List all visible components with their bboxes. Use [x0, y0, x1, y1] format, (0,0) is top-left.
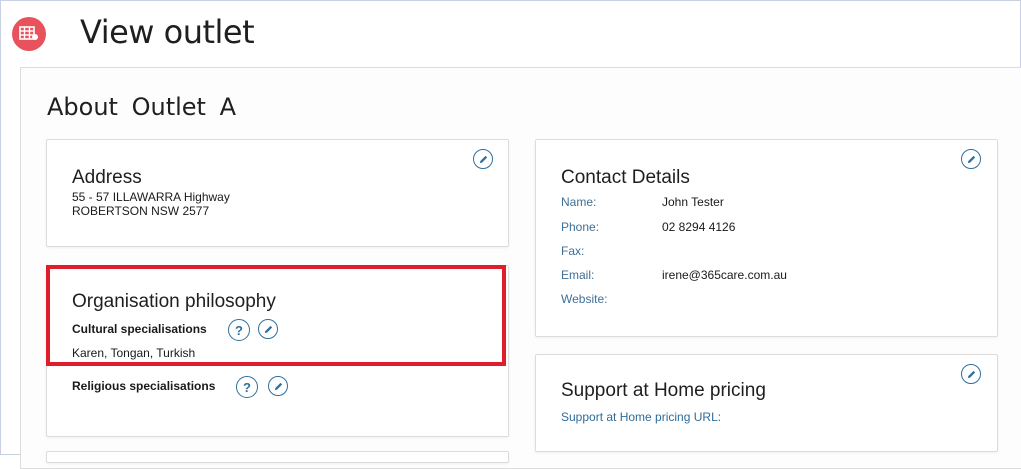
outlet-name: Outlet A [131, 93, 237, 121]
pencil-icon [479, 155, 487, 163]
contact-email-value: irene@365care.com.au [662, 268, 787, 282]
page-title: View outlet [80, 13, 255, 51]
pricing-url-label: Support at Home pricing URL: [561, 410, 722, 424]
next-card-partial [46, 451, 509, 463]
religious-specialisations-label: Religious specialisations [72, 379, 216, 393]
edit-contact-button[interactable] [961, 149, 981, 169]
edit-religious-button[interactable] [268, 376, 288, 396]
edit-pricing-button[interactable] [961, 364, 981, 384]
address-title: Address [72, 167, 142, 188]
edit-address-button[interactable] [473, 149, 493, 169]
pencil-icon [967, 370, 975, 378]
contact-title: Contact Details [561, 167, 690, 188]
contact-name-value: John Tester [662, 195, 724, 209]
contact-phone-value: 02 8294 4126 [662, 220, 736, 234]
contact-website-label: Website: [561, 292, 608, 306]
highlight-box [46, 265, 506, 366]
about-label: About [47, 93, 118, 121]
contact-fax-label: Fax: [561, 244, 585, 258]
question-icon: ? [243, 379, 251, 395]
pricing-card [535, 354, 998, 452]
contact-phone-label: Phone: [561, 220, 600, 234]
address-line-1: 55 - 57 ILLAWARRA Highway [72, 190, 230, 204]
pencil-icon [274, 382, 282, 390]
about-heading: About Outlet A [47, 93, 236, 121]
grid-calendar-icon [12, 17, 46, 51]
religious-help-button[interactable]: ? [236, 376, 258, 398]
contact-name-label: Name: [561, 195, 597, 209]
pricing-title: Support at Home pricing [561, 380, 766, 401]
address-line-2: ROBERTSON NSW 2577 [72, 204, 210, 218]
pencil-icon [967, 155, 975, 163]
contact-email-label: Email: [561, 268, 595, 282]
